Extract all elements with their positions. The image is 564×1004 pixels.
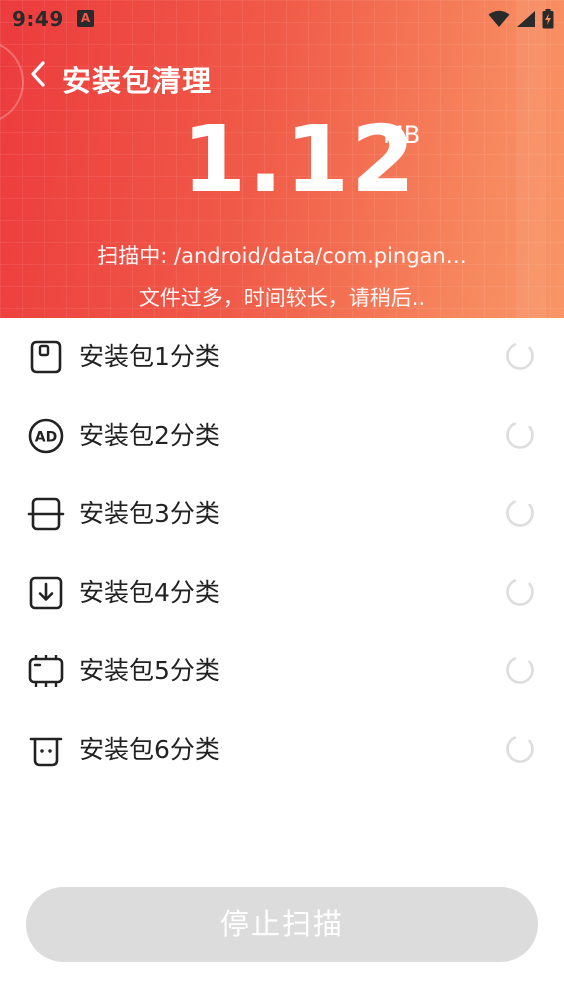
category-list: 安装包1分类 AD 安装包2分类 安装包3分类 安装包4分类 安装包5分类 安装… [0, 318, 564, 789]
loading-spinner-icon [506, 656, 534, 684]
scan-path-text: 扫描中: /android/data/com.pingan… [97, 244, 467, 268]
cellular-signal-icon [517, 11, 535, 27]
status-bar: 9:49 A [0, 0, 564, 38]
notification-app-icon: A [77, 10, 94, 27]
chip-icon [28, 655, 64, 687]
header: 9:49 A 安装包清理 1.12 MB 扫描中: /android/data/… [0, 0, 564, 318]
page-title: 安装包清理 [62, 64, 213, 98]
status-icons [488, 8, 554, 30]
list-item[interactable]: 安装包1分类 [0, 318, 564, 397]
status-time: 9:49 [12, 7, 64, 31]
stop-scan-button[interactable]: 停止扫描 [26, 887, 538, 962]
list-item[interactable]: 安装包5分类 [0, 632, 564, 711]
category-label: 安装包6分类 [79, 734, 220, 764]
category-label: 安装包1分类 [79, 342, 220, 371]
ad-icon: AD [28, 418, 64, 453]
loading-spinner-icon [506, 734, 534, 763]
list-item[interactable]: 安装包4分类 [0, 554, 564, 633]
loading-spinner-icon [506, 577, 534, 606]
sd-card-icon [30, 340, 62, 374]
loading-spinner-icon [506, 420, 534, 449]
split-box-icon [27, 497, 65, 531]
trash-icon [29, 737, 63, 766]
back-button[interactable] [22, 56, 54, 92]
chevron-left-icon [31, 61, 45, 87]
loading-spinner-icon [506, 342, 534, 370]
scanned-size-unit: MB [383, 121, 421, 149]
wifi-icon [488, 10, 510, 27]
category-label: 安装包4分类 [79, 577, 220, 607]
category-label: 安装包3分类 [79, 499, 220, 528]
category-label: 安装包2分类 [79, 420, 220, 450]
download-box-icon [29, 576, 63, 609]
list-item[interactable]: 安装包6分类 [0, 711, 564, 790]
category-label: 安装包5分类 [79, 656, 220, 685]
loading-spinner-icon [506, 499, 534, 527]
battery-charging-icon [542, 9, 554, 29]
list-item[interactable]: 安装包3分类 [0, 475, 564, 554]
list-item[interactable]: AD 安装包2分类 [0, 397, 564, 476]
screen: 9:49 A 安装包清理 1.12 MB 扫描中: /android/data/… [0, 0, 564, 1004]
scan-note-text: 文件过多，时间较长，请稍后.. [138, 286, 426, 310]
svg-text:AD: AD [35, 429, 57, 445]
scanned-size-value: 1.12 [182, 106, 417, 213]
